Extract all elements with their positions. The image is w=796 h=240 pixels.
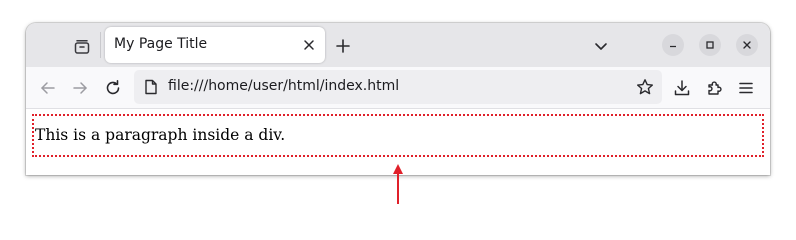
tab-close-icon[interactable] (299, 35, 319, 55)
forward-arrow-icon[interactable] (68, 76, 92, 100)
address-bar[interactable]: file:///home/user/html/index.html (134, 70, 662, 104)
tab-title: My Page Title (114, 36, 208, 52)
page-icon (142, 78, 160, 96)
navigation-toolbar: file:///home/user/html/index.html (26, 67, 770, 109)
star-icon[interactable] (636, 78, 654, 96)
download-icon[interactable] (670, 76, 694, 100)
maximize-icon[interactable] (699, 34, 721, 56)
tab-group-icon[interactable] (70, 35, 94, 59)
tab-bar: My Page Title (26, 23, 770, 67)
chevron-down-icon[interactable] (590, 35, 612, 57)
puzzle-icon[interactable] (703, 76, 727, 100)
hamburger-menu-icon[interactable] (734, 76, 758, 100)
tab-active[interactable]: My Page Title (105, 27, 325, 63)
paragraph-container-div: This is a paragraph inside a div. (32, 114, 764, 157)
annotation-arrow-icon (390, 164, 406, 204)
paragraph: This is a paragraph inside a div. (35, 126, 286, 144)
new-tab-plus-icon[interactable] (332, 35, 354, 57)
reload-icon[interactable] (101, 76, 125, 100)
minimize-icon[interactable] (662, 34, 684, 56)
tab-separator (100, 32, 101, 58)
close-window-icon[interactable] (736, 34, 758, 56)
browser-window: My Page Title file:///home/user/html/ind… (26, 23, 770, 175)
url-text[interactable]: file:///home/user/html/index.html (168, 78, 399, 94)
back-arrow-icon[interactable] (36, 76, 60, 100)
